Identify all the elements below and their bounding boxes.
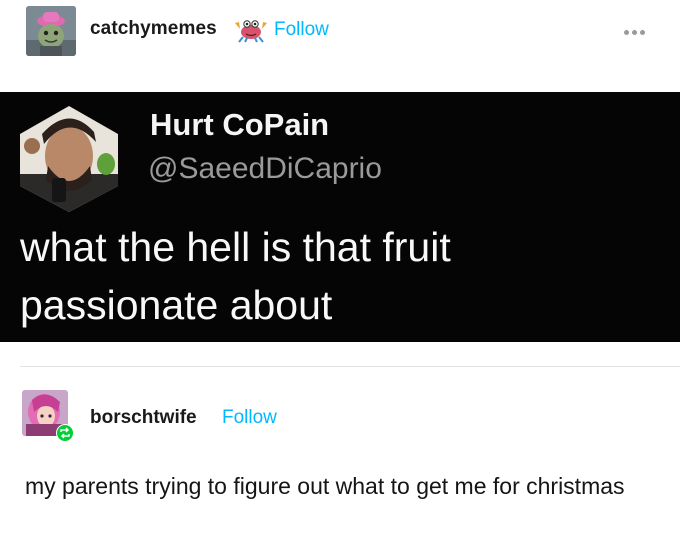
ellipsis-icon[interactable] (624, 24, 656, 40)
reblog-divider (20, 366, 680, 367)
tweet-display-name: Hurt CoPain (150, 107, 330, 142)
catchymemes-avatar[interactable] (26, 6, 76, 56)
avatar-image (26, 6, 76, 56)
reblog-icon (56, 424, 74, 442)
crab-emoji-icon (234, 17, 268, 43)
tweet-screenshot: Hurt CoPain @SaeedDiCaprio what the hell… (0, 92, 680, 342)
reblog-username[interactable]: borschtwife (90, 407, 197, 429)
borschtwife-avatar[interactable] (22, 390, 74, 442)
post-header: catchymemes Follow (0, 0, 680, 92)
post-username[interactable]: catchymemes (90, 18, 217, 40)
tweet-text: what the hell is that fruit passionate a… (20, 224, 451, 328)
follow-button[interactable]: Follow (274, 19, 329, 41)
tweet-avatar (14, 104, 124, 214)
reblog-follow-button[interactable]: Follow (222, 407, 277, 429)
reblog-text: my parents trying to figure out what to … (25, 473, 625, 499)
tweet-handle: @SaeedDiCaprio (148, 152, 382, 185)
